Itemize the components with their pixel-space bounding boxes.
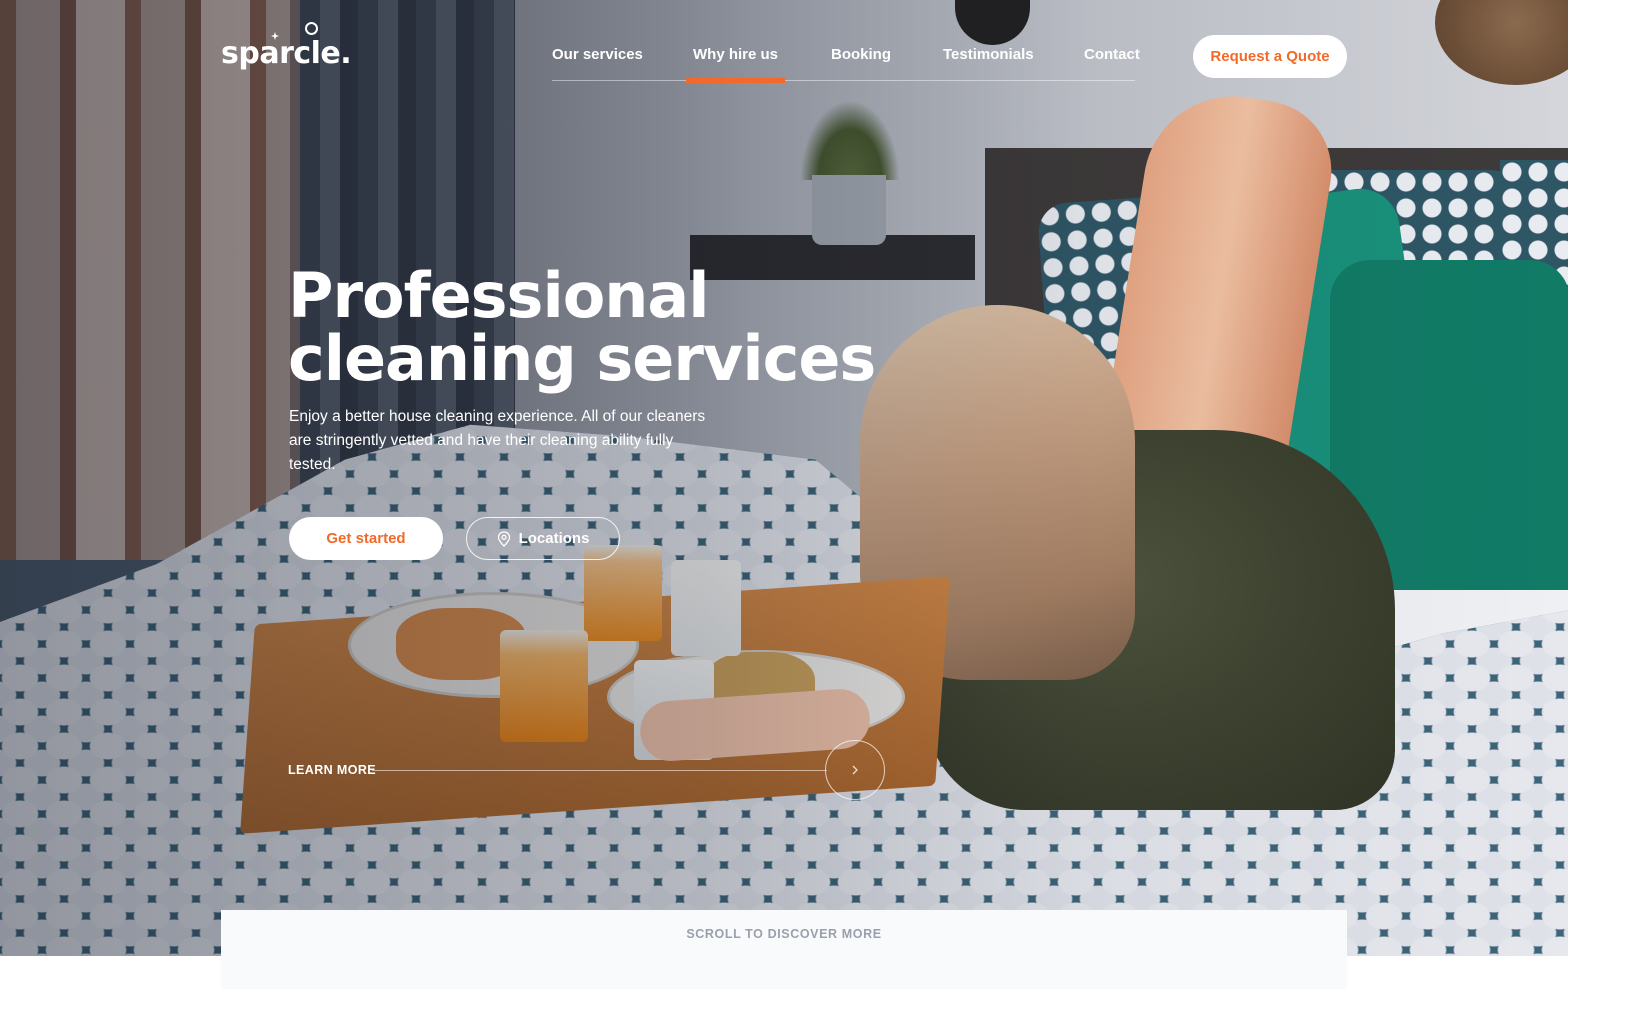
nav-item-our-services[interactable]: Our services <box>552 46 643 63</box>
locations-button[interactable]: Locations <box>466 517 620 560</box>
learn-more-arrow-button[interactable] <box>825 740 885 800</box>
map-pin-icon <box>497 530 510 547</box>
nav-item-testimonials[interactable]: Testimonials <box>943 46 1034 63</box>
hero-subtitle: Enjoy a better house cleaning experience… <box>289 408 706 473</box>
nav-divider <box>552 80 1135 81</box>
scroll-hint-panel: SCROLL TO DISCOVER MORE <box>221 910 1347 989</box>
locations-button-label: Locations <box>518 530 590 547</box>
logo-ring-icon <box>305 22 318 35</box>
learn-more-link[interactable]: LEARN MORE <box>288 763 376 777</box>
scroll-to-discover-label[interactable]: SCROLL TO DISCOVER MORE <box>221 927 1347 941</box>
main-navigation: Our services Why hire us Booking Testimo… <box>552 35 1140 83</box>
logo-text: sparcle. <box>221 36 352 71</box>
learn-more-line <box>372 770 827 771</box>
nav-item-why-hire-us[interactable]: Why hire us <box>685 46 786 83</box>
photo-dark-overlay <box>0 0 1568 956</box>
nav-item-booking[interactable]: Booking <box>831 46 891 63</box>
nav-item-contact[interactable]: Contact <box>1084 46 1140 63</box>
request-quote-button[interactable]: Request a Quote <box>1193 35 1347 78</box>
hero-background-photo <box>0 0 1568 956</box>
get-started-button[interactable]: Get started <box>289 517 443 560</box>
chevron-right-icon <box>852 765 858 775</box>
hero-title: Professional cleaning services <box>288 259 876 395</box>
sparcle-logo[interactable]: sparcle. <box>221 22 352 74</box>
